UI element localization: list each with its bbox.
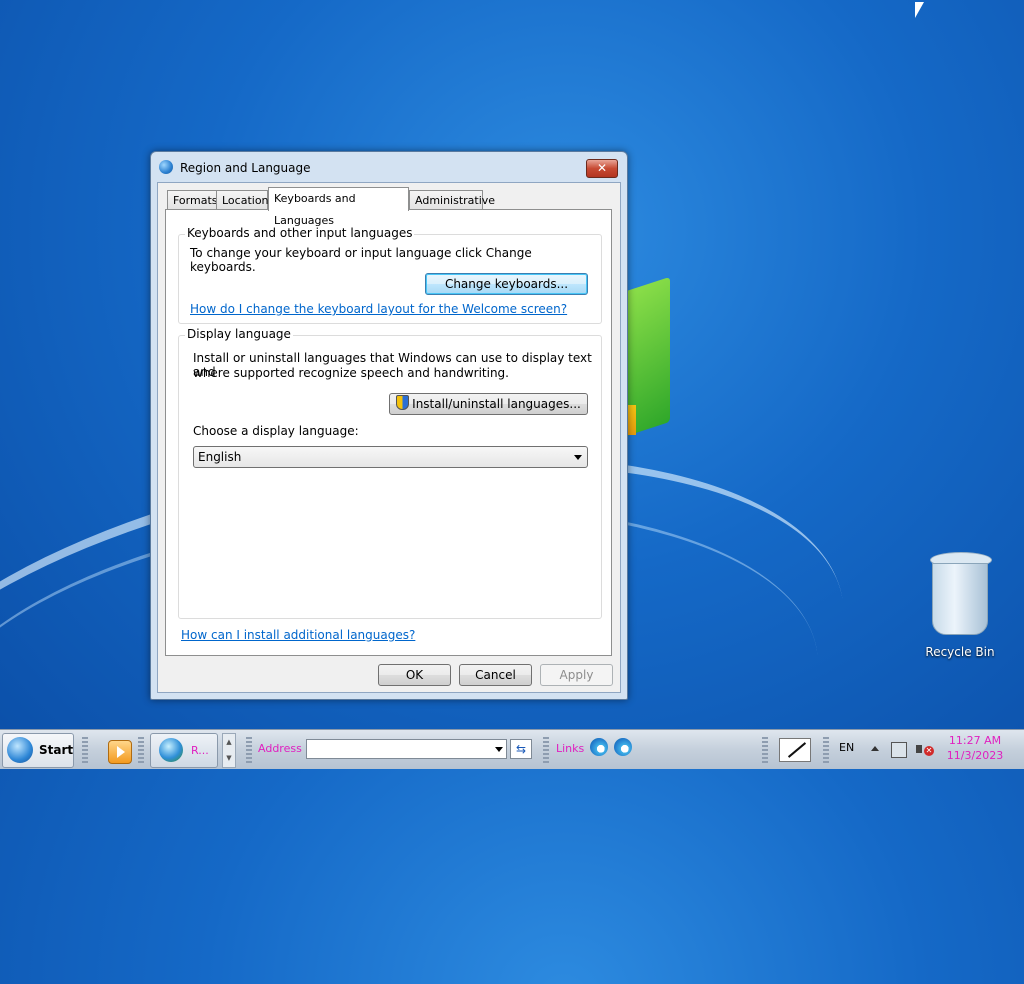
display-language-group-title: Display language — [185, 327, 293, 341]
keyboards-description: To change your keyboard or input languag… — [190, 246, 532, 274]
recycle-bin[interactable]: Recycle Bin — [912, 552, 1008, 659]
welcome-screen-keyboard-link[interactable]: How do I change the keyboard layout for … — [190, 302, 567, 316]
apply-button[interactable]: Apply — [540, 664, 613, 686]
language-indicator[interactable]: EN — [839, 741, 854, 754]
edge-icon[interactable] — [590, 738, 608, 756]
tab-location[interactable]: Location — [216, 190, 269, 209]
taskbar: Start R... ▲ ▼ Address ⇆ Links EN ✕ 11:27… — [0, 729, 1024, 769]
clock-date: 11/3/2023 — [946, 749, 1004, 762]
clock-time: 11:27 AM — [948, 734, 1002, 747]
address-input[interactable] — [306, 739, 507, 759]
recycle-bin-icon — [930, 552, 992, 642]
toolbar-grip[interactable] — [823, 737, 829, 763]
media-player-icon[interactable] — [108, 740, 132, 764]
go-button[interactable]: ⇆ — [510, 739, 532, 759]
toolbar-grip[interactable] — [246, 737, 252, 763]
dialog-title: Region and Language — [180, 161, 311, 175]
windows-orb-icon — [7, 737, 33, 763]
chevron-down-icon — [574, 455, 582, 460]
cancel-button[interactable]: Cancel — [459, 664, 532, 686]
taskbar-item-region-language[interactable]: R... — [150, 733, 218, 768]
toolbar-grip[interactable] — [82, 737, 88, 763]
mouse-cursor-icon — [915, 2, 924, 18]
start-button[interactable]: Start — [2, 733, 74, 768]
network-icon[interactable] — [891, 742, 907, 758]
uac-shield-icon — [396, 395, 410, 410]
choose-display-language-label: Choose a display language: — [193, 424, 359, 438]
keyboards-group: Keyboards and other input languages To c… — [178, 226, 602, 324]
tab-administrative[interactable]: Administrative — [409, 190, 495, 209]
address-label: Address — [258, 742, 302, 755]
start-label: Start — [39, 743, 74, 757]
tab-keyboards-and-languages[interactable]: Keyboards and Languages — [268, 187, 409, 227]
close-button[interactable]: ✕ — [586, 159, 618, 178]
dialog-titlebar[interactable]: Region and Language ✕ — [151, 152, 627, 182]
system-clock[interactable]: 11:27 AM 11/3/2023 — [940, 733, 1010, 763]
taskbar-item-label: R... — [191, 744, 209, 757]
change-keyboards-button[interactable]: Change keyboards... — [425, 273, 588, 295]
recycle-bin-label: Recycle Bin — [925, 645, 995, 659]
dialog-client-area: Formats Location Keyboards and Languages… — [157, 182, 621, 693]
pen-input-icon[interactable] — [779, 738, 811, 762]
display-description-line2: where supported recognize speech and han… — [193, 366, 509, 380]
chevron-down-icon[interactable] — [495, 747, 503, 752]
show-hidden-icons-icon[interactable] — [871, 746, 879, 751]
ok-button[interactable]: OK — [378, 664, 451, 686]
toolbar-grip[interactable] — [138, 737, 144, 763]
display-language-value: English — [198, 450, 242, 464]
display-language-group: Display language Install or uninstall la… — [178, 327, 602, 619]
globe-icon — [159, 160, 173, 174]
volume-muted-icon[interactable]: ✕ — [916, 742, 934, 756]
install-additional-languages-link[interactable]: How can I install additional languages? — [181, 628, 415, 642]
toolbar-grip[interactable] — [543, 737, 549, 763]
tab-panel: Keyboards and other input languages To c… — [165, 209, 612, 656]
region-language-dialog: Region and Language ✕ Formats Location K… — [150, 151, 628, 700]
install-button-label: Install/uninstall languages... — [412, 397, 581, 411]
edge-icon[interactable] — [614, 738, 632, 756]
install-uninstall-languages-button[interactable]: Install/uninstall languages... — [389, 393, 588, 415]
links-label: Links — [556, 742, 585, 755]
tab-formats[interactable]: Formats — [167, 190, 218, 209]
display-language-dropdown[interactable]: English — [193, 446, 588, 468]
toolbar-grip[interactable] — [762, 737, 768, 763]
globe-icon — [159, 738, 183, 762]
taskbar-scroll-arrows[interactable]: ▲ ▼ — [222, 733, 236, 768]
